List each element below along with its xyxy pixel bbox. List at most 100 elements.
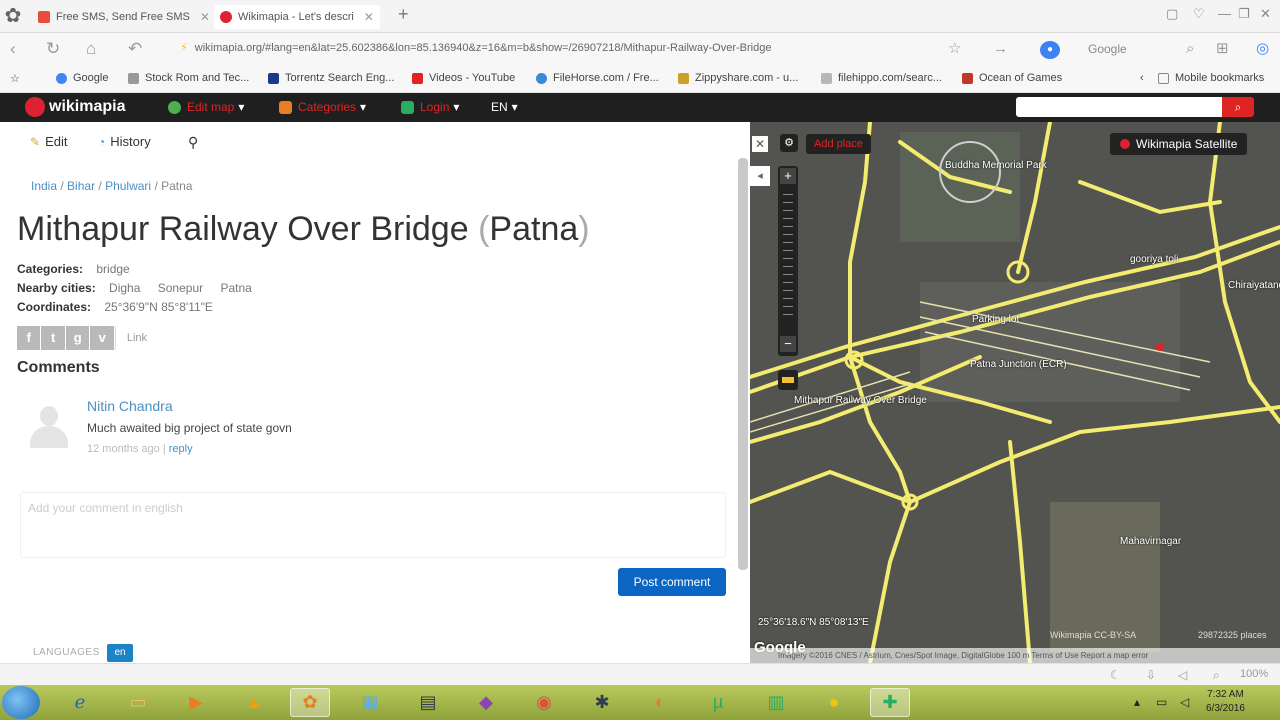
map-label[interactable]: Buddha Memorial Park <box>945 160 1047 171</box>
address-bar[interactable]: ⚡ wikimapia.org/#lang=en&lat=25.602386&l… <box>180 41 940 59</box>
spreadsheet-icon[interactable]: ▥ <box>756 688 796 717</box>
media-player-icon[interactable]: ▶ <box>176 688 216 717</box>
download-icon[interactable]: ⇩ <box>1146 668 1156 682</box>
bookmark-ocean-of-games[interactable]: Ocean of Games <box>962 72 1062 84</box>
satellite-map[interactable]: Buddha Memorial Park gooriya toli Chirai… <box>750 122 1280 663</box>
forward-go-icon[interactable]: → <box>993 39 1008 59</box>
map-pin-icon[interactable]: ⚲ <box>188 134 198 151</box>
map-search-input[interactable] <box>1016 97 1226 117</box>
search-engine-label[interactable]: Google <box>1088 42 1127 56</box>
language-badge[interactable]: en <box>107 644 133 662</box>
bookmark-google[interactable]: Google <box>56 72 108 84</box>
terminal-icon[interactable]: ▤ <box>408 688 448 717</box>
restore-sidebar-icon[interactable]: ▢ <box>1166 6 1178 22</box>
search-engine-icon[interactable]: ● <box>1040 41 1060 59</box>
nearby-city-link[interactable]: Patna <box>220 281 251 295</box>
nearby-city-link[interactable]: Digha <box>109 281 140 295</box>
map-label[interactable]: gooriya toli <box>1130 254 1178 265</box>
breadcrumb-bihar[interactable]: Bihar <box>67 179 95 193</box>
category-link[interactable]: bridge <box>96 262 129 276</box>
search-button[interactable]: ⌕ <box>1222 97 1254 117</box>
ruler-icon[interactable] <box>778 370 798 390</box>
zoom-in-icon[interactable]: + <box>780 168 796 184</box>
vlc-icon[interactable]: ▲ <box>234 688 274 717</box>
wikimapia-logo[interactable]: wikimapia <box>25 97 125 117</box>
share-link-button[interactable]: Link <box>114 326 159 350</box>
minimize-icon[interactable]: — <box>1218 6 1231 21</box>
utorrent-icon[interactable]: µ <box>698 688 738 717</box>
nearby-city-link[interactable]: Sonepur <box>158 281 203 295</box>
speaker-icon[interactable]: ◁ <box>1178 668 1187 682</box>
uc-browser-icon[interactable]: ✿ <box>290 688 330 717</box>
browser-logo-icon[interactable]: ✿ <box>0 2 26 30</box>
wikimapia-license[interactable]: Wikimapia CC-BY-SA <box>1050 630 1136 640</box>
google-plus-icon[interactable]: g <box>65 326 90 350</box>
map-label[interactable]: Parking lot <box>972 314 1019 325</box>
close-tab-icon[interactable]: ✕ <box>200 10 210 24</box>
breadcrumb-india[interactable]: India <box>31 179 57 193</box>
close-icon[interactable]: ✕ <box>752 136 768 152</box>
coordinates-value[interactable]: 25°36'9"N 85°8'11"E <box>104 300 213 314</box>
app-icon[interactable]: ▦ <box>350 688 390 717</box>
apps-icon[interactable]: ⊞ <box>1216 39 1229 59</box>
layer-button[interactable]: Wikimapia Satellite <box>1110 133 1248 155</box>
post-comment-button[interactable]: Post comment <box>618 568 726 596</box>
app-icon[interactable]: ● <box>814 688 854 717</box>
bookmark-torrentz[interactable]: Torrentz Search Eng... <box>268 72 394 84</box>
home-icon[interactable]: ⌂ <box>86 39 96 59</box>
collapse-panel-icon[interactable]: ◂ <box>750 166 770 186</box>
close-window-icon[interactable]: ✕ <box>1260 6 1271 22</box>
map-label[interactable]: Patna Junction (ECR) <box>970 359 1067 370</box>
tab-sms[interactable]: Free SMS, Send Free SMS ✕ <box>32 5 216 29</box>
menu-edit-map[interactable]: Edit map ▾ <box>168 100 244 114</box>
map-label[interactable]: Mahavirnagar <box>1120 536 1181 547</box>
gear-app-icon[interactable]: ✱ <box>582 688 622 717</box>
search-icon[interactable]: ⌕ <box>1186 39 1194 59</box>
bookmark-youtube[interactable]: Videos - YouTube <box>412 72 515 84</box>
reload-icon[interactable]: ↻ <box>46 39 60 59</box>
mobile-bookmarks[interactable]: Mobile bookmarks <box>1158 72 1264 84</box>
edit-button[interactable]: ✎ Edit <box>30 134 67 149</box>
extensions-icon[interactable]: ◎ <box>1256 39 1269 59</box>
comment-textarea[interactable]: Add your comment in english <box>20 492 726 558</box>
gear-icon[interactable]: ⚙ <box>780 134 798 152</box>
twitter-icon[interactable]: t <box>41 326 65 350</box>
bookmark-filehippo[interactable]: filehippo.com/searc... <box>821 72 942 84</box>
zoom-icon[interactable]: ⌕ <box>1213 668 1220 683</box>
network-icon[interactable]: ▭ <box>1156 695 1167 709</box>
bookmarks-overflow-icon[interactable]: ‹ <box>1140 72 1144 84</box>
volume-icon[interactable]: ◁ <box>1180 695 1189 709</box>
menu-language[interactable]: EN ▾ <box>491 100 518 114</box>
undo-icon[interactable]: ↶ <box>128 39 142 59</box>
back-icon[interactable]: ‹ <box>10 39 16 59</box>
breadcrumb-phulwari[interactable]: Phulwari <box>105 179 151 193</box>
bookmark-filehorse[interactable]: FileHorse.com / Fre... <box>536 72 659 84</box>
zoom-level[interactable]: 100% <box>1240 668 1268 680</box>
close-tab-icon[interactable]: ✕ <box>364 10 374 24</box>
map-attribution[interactable]: Imagery ©2016 CNES / Astrium, Cnes/Spot … <box>750 648 1280 663</box>
comment-author[interactable]: Nitin Chandra <box>87 398 173 414</box>
history-button[interactable]: ◔ History <box>98 134 151 149</box>
zoom-out-icon[interactable]: − <box>780 336 796 352</box>
facebook-icon[interactable]: f <box>17 326 41 350</box>
tray-expand-icon[interactable]: ▴ <box>1134 695 1140 709</box>
vk-icon[interactable]: v <box>90 326 114 350</box>
firefox-icon[interactable]: ◐ <box>640 688 680 717</box>
bookmark-zippyshare[interactable]: Zippyshare.com - u... <box>678 72 798 84</box>
reply-link[interactable]: reply <box>169 443 193 455</box>
start-button[interactable] <box>2 686 40 719</box>
menu-categories[interactable]: Categories ▾ <box>279 100 366 114</box>
internet-explorer-icon[interactable]: ℯ <box>60 688 100 717</box>
clock[interactable]: 7:32 AM 6/3/2016 <box>1206 688 1245 716</box>
new-tab-icon[interactable]: + <box>398 4 409 25</box>
maximize-icon[interactable]: ❐ <box>1238 6 1250 22</box>
skin-icon[interactable]: ♡ <box>1193 6 1205 22</box>
star-icon[interactable]: ☆ <box>948 39 961 59</box>
explorer-folder-icon[interactable]: ▭ <box>118 688 158 717</box>
app-icon[interactable]: ◆ <box>466 688 506 717</box>
add-place-button[interactable]: Add place <box>806 134 871 154</box>
app-icon[interactable]: ✚ <box>870 688 910 717</box>
map-label[interactable]: Chiraiyatand <box>1228 280 1280 291</box>
map-label[interactable]: Mithapur Railway Over Bridge <box>794 395 927 406</box>
tab-wikimapia[interactable]: Wikimapia - Let's descri ✕ <box>214 5 380 29</box>
